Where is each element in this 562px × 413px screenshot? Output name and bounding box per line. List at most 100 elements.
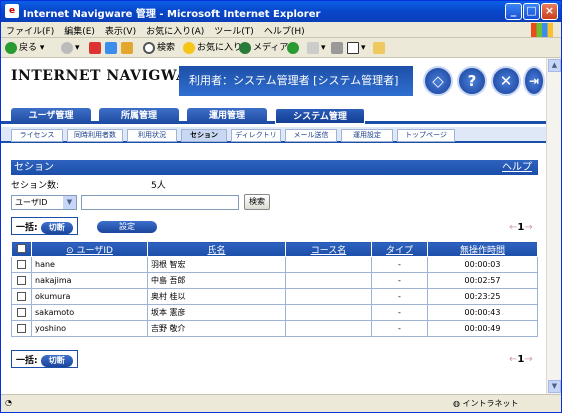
logout-icon[interactable]: ⇥: [523, 66, 545, 96]
col-user-id[interactable]: ⊙ ユーザID: [31, 241, 148, 257]
search-input[interactable]: [81, 195, 239, 210]
browser-window: e Internet Navigware 管理 - Microsoft Inte…: [0, 0, 562, 413]
subtab-directory[interactable]: ディレクトリ: [231, 129, 281, 142]
scroll-up-icon[interactable]: ▲: [548, 59, 561, 72]
tools-icon[interactable]: ✕: [491, 66, 521, 96]
select-all-header: [11, 241, 32, 257]
tab-affiliation-management[interactable]: 所属管理: [99, 108, 179, 124]
close-button[interactable]: ×: [541, 3, 558, 20]
menu-file[interactable]: ファイル(F): [1, 22, 59, 39]
chevron-down-icon: ▼: [63, 196, 76, 209]
subtab-settings[interactable]: 運用設定: [341, 129, 393, 142]
col-idle-time[interactable]: 無操作時間: [427, 241, 538, 257]
cell-idle-time: 00:00:43: [427, 304, 538, 321]
table-row: hane 羽根 智宏 - 00:00:03: [11, 256, 538, 273]
mail-button[interactable]: ▾: [307, 41, 326, 55]
help-icon[interactable]: ?: [457, 66, 487, 96]
subtab-mail[interactable]: メール送信: [285, 129, 337, 142]
table-row: okumura 奥村 桂以 - 00:23:25: [11, 288, 538, 305]
help-link[interactable]: ヘルプ: [502, 160, 532, 175]
cell-idle-time: 00:00:03: [427, 256, 538, 273]
print-icon: [331, 41, 343, 54]
bulk-actions-top: 一括: 切断: [11, 217, 78, 235]
tab-user-management[interactable]: ユーザ管理: [11, 108, 91, 124]
menu-view[interactable]: 表示(V): [100, 22, 141, 39]
row-checkbox[interactable]: [17, 292, 26, 301]
subtab-top-page[interactable]: トップページ: [397, 129, 455, 142]
back-arrow-icon: [5, 41, 17, 54]
search-button[interactable]: 検索: [143, 41, 175, 55]
settings-button[interactable]: 設定: [97, 221, 157, 233]
cell-user-id: hane: [31, 256, 148, 273]
disconnect-button-bottom[interactable]: 切断: [40, 354, 73, 367]
menu-edit[interactable]: 編集(E): [59, 22, 100, 39]
media-icon: [239, 41, 251, 54]
search-field-select[interactable]: ユーザID ▼: [11, 195, 77, 210]
section-title: セション: [14, 162, 54, 173]
session-count-value: 5人: [151, 181, 166, 191]
col-type[interactable]: タイプ: [371, 241, 428, 257]
row-checkbox-cell: [11, 256, 32, 273]
tab-system-management[interactable]: システム管理: [275, 108, 365, 124]
page-content: INTERNET NAVIGWARE 利用者：システム管理者 [システム管理者]…: [1, 58, 561, 394]
history-icon: [287, 41, 299, 54]
cell-course: [285, 320, 372, 337]
windows-logo-icon: [531, 23, 553, 37]
select-all-checkbox[interactable]: [17, 244, 26, 253]
subtab-license[interactable]: ライセンス: [11, 129, 63, 142]
refresh-icon: [105, 41, 117, 54]
forward-button[interactable]: ▾: [61, 41, 80, 55]
cell-course: [285, 256, 372, 273]
maximize-button[interactable]: □: [523, 3, 540, 20]
col-name[interactable]: 氏名: [147, 241, 286, 257]
cell-type: -: [371, 304, 428, 321]
scroll-down-icon[interactable]: ▼: [548, 380, 561, 393]
search-submit-button[interactable]: 検索: [244, 194, 270, 210]
pager-top: ←1→: [509, 222, 533, 233]
vertical-scrollbar[interactable]: ▲ ▼: [546, 58, 561, 394]
row-checkbox[interactable]: [17, 276, 26, 285]
menu-favorites[interactable]: お気に入り(A): [141, 22, 209, 39]
history-button[interactable]: [287, 41, 301, 55]
word-button[interactable]: ▾: [347, 41, 366, 55]
mail-icon: [307, 41, 319, 54]
table-row: nakajima 中島 吾郎 - 00:02:57: [11, 272, 538, 289]
row-checkbox[interactable]: [17, 324, 26, 333]
disconnect-button[interactable]: 切断: [40, 221, 73, 234]
sub-nav: ライセンス 同時利用者数 利用状況 セション ディレクトリ メール送信 運用設定…: [1, 127, 546, 143]
minimize-button[interactable]: _: [505, 3, 522, 20]
next-arrow-icon[interactable]: →: [524, 354, 532, 365]
refresh-button[interactable]: [105, 41, 119, 55]
page-status-icon: ◔: [5, 398, 12, 407]
cell-type: -: [371, 320, 428, 337]
cell-idle-time: 00:02:57: [427, 272, 538, 289]
subtab-concurrent-users[interactable]: 同時利用者数: [67, 129, 123, 142]
tab-operation-management[interactable]: 運用管理: [187, 108, 267, 124]
folder-button[interactable]: [373, 41, 387, 55]
row-checkbox-cell: [11, 288, 32, 305]
stop-icon: [89, 41, 101, 54]
subtab-session[interactable]: セション: [181, 129, 227, 142]
back-button[interactable]: 戻る ▾: [5, 41, 44, 55]
forward-arrow-icon: [61, 41, 73, 54]
status-bar: ◔ ◍ イントラネット: [1, 394, 561, 412]
media-button[interactable]: メディア: [239, 41, 288, 55]
row-checkbox-cell: [11, 320, 32, 337]
cell-course: [285, 288, 372, 305]
print-button[interactable]: [331, 41, 345, 55]
home-button[interactable]: [121, 41, 135, 55]
next-arrow-icon[interactable]: →: [524, 222, 532, 233]
row-checkbox[interactable]: [17, 260, 26, 269]
cell-type: -: [371, 256, 428, 273]
home-diamond-icon[interactable]: ◇: [423, 66, 453, 96]
cell-user-id: okumura: [31, 288, 148, 305]
favorites-button[interactable]: お気に入り: [183, 41, 242, 55]
stop-button[interactable]: [89, 41, 103, 55]
pager-bottom: ←1→: [509, 354, 533, 365]
col-course[interactable]: コース名: [285, 241, 372, 257]
menu-help[interactable]: ヘルプ(H): [259, 22, 310, 39]
row-checkbox[interactable]: [17, 308, 26, 317]
search-icon: [143, 41, 155, 54]
subtab-usage[interactable]: 利用状況: [127, 129, 177, 142]
menu-tools[interactable]: ツール(T): [209, 22, 259, 39]
